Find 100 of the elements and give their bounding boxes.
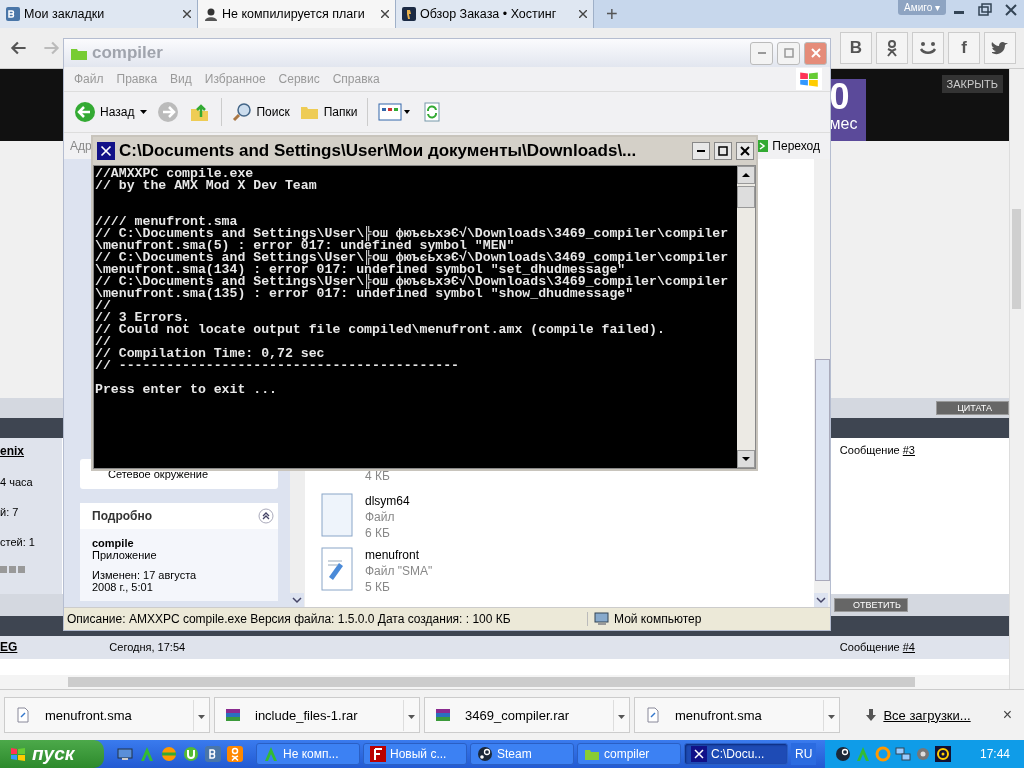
- all-downloads-link[interactable]: Все загрузки...: [883, 707, 971, 723]
- person-icon[interactable]: [227, 746, 243, 762]
- start-button[interactable]: пуск: [0, 740, 104, 768]
- scroll-down-icon[interactable]: [290, 593, 304, 607]
- download-item[interactable]: menufront.sma: [634, 697, 840, 733]
- document-icon: [321, 493, 353, 537]
- message-label: Сообщение #4: [839, 641, 915, 654]
- caret-icon: [198, 714, 205, 719]
- desktop-icon[interactable]: [117, 746, 133, 762]
- author-link[interactable]: enix: [0, 443, 62, 458]
- close-button[interactable]: [736, 142, 754, 160]
- document-icon: [645, 707, 661, 723]
- maximize-icon: [783, 48, 794, 58]
- caret-icon: [828, 714, 835, 719]
- console-line: Press enter to exit ...: [95, 382, 278, 397]
- post-date: Сегодня, 17:54: [109, 641, 187, 654]
- social-button[interactable]: B: [840, 32, 872, 64]
- close-icon[interactable]: [381, 10, 389, 18]
- status-text: Описание: AMXXPC compile.exe Версия файла: 1.5.0.0 Дата создания: : 100 КБ: [66, 612, 512, 626]
- caret-icon[interactable]: [140, 110, 148, 114]
- author-info: й: 7: [0, 505, 20, 518]
- search-button[interactable]: Поиск: [232, 102, 290, 122]
- taskbar-button[interactable]: C:\Docu...: [684, 743, 788, 765]
- bird-icon: [991, 40, 1009, 56]
- steam-icon[interactable]: [835, 746, 852, 762]
- back-icon: [74, 101, 96, 123]
- caret-icon: [408, 714, 415, 719]
- vk-icon[interactable]: [205, 746, 221, 762]
- minimize-button[interactable]: [692, 142, 710, 160]
- windows-logo-icon: [796, 68, 822, 90]
- rank-icon: [0, 565, 25, 573]
- taskbar-button[interactable]: Steam: [470, 743, 574, 765]
- author-link[interactable]: EG: [0, 640, 18, 655]
- scroll-up-icon[interactable]: [737, 166, 755, 184]
- vk-icon: [6, 7, 20, 21]
- close-button[interactable]: ×: [1002, 706, 1012, 724]
- promo-text: мес: [829, 115, 858, 133]
- author-info: стей: 1: [0, 535, 36, 548]
- caret-icon: [618, 714, 625, 719]
- letter-icon: [263, 746, 279, 762]
- tab-title: Мои закладки: [24, 7, 106, 21]
- maximize-button[interactable]: [714, 142, 732, 160]
- view-icon[interactable]: [378, 102, 413, 122]
- new-tab-button[interactable]: +: [594, 2, 630, 26]
- console-line: //: [95, 298, 111, 313]
- author-info: 4 часа: [0, 475, 34, 488]
- social-button[interactable]: [876, 32, 908, 64]
- folders-button[interactable]: Папки: [299, 102, 358, 122]
- taskbar-button[interactable]: Новый с...: [363, 743, 467, 765]
- scroll-down-icon[interactable]: [737, 450, 755, 468]
- close-icon[interactable]: [183, 10, 191, 18]
- scrollbar-thumb[interactable]: [737, 186, 755, 208]
- console-line: // 3 Errors.: [95, 310, 190, 325]
- books-icon: [435, 707, 451, 723]
- network-icon[interactable]: [895, 746, 912, 762]
- file-item[interactable]: dlsym64 Файл 6 КБ: [321, 493, 814, 541]
- status-location: Мой компьютер: [587, 612, 702, 626]
- scrollbar-thumb[interactable]: [815, 359, 830, 581]
- taskbar-button[interactable]: compiler: [577, 743, 681, 765]
- tab-title: Обзор Заказа • Хостинг: [420, 7, 558, 21]
- download-item[interactable]: 3469_compiler.rar: [424, 697, 630, 733]
- file-modified: Изменен: 17 августа 2008 г., 5:01: [91, 569, 198, 593]
- refresh-icon[interactable]: [422, 102, 443, 122]
- figure-icon: [402, 7, 416, 21]
- ftp-icon: [370, 746, 386, 762]
- browser-tab[interactable]: Мои закладки: [0, 0, 198, 28]
- promo-number: 0: [829, 79, 850, 115]
- close-icon: [810, 48, 821, 58]
- console-line: // Could not locate output file compiled\menufront.amx (compile failed).: [95, 322, 665, 337]
- browser-tab[interactable]: Обзор Заказа • Хостинг: [396, 0, 594, 28]
- back-button[interactable]: Назад: [74, 101, 135, 123]
- quote-button[interactable]: ЦИТАТА: [936, 401, 1009, 416]
- social-button[interactable]: [984, 32, 1016, 64]
- reply-button[interactable]: ОТВЕТИТЬ: [834, 597, 908, 612]
- collapse-icon[interactable]: [258, 508, 274, 524]
- browser-tab[interactable]: Не компилируется плаги: [198, 0, 396, 28]
- steam-icon: [477, 746, 493, 762]
- window-title: compiler: [92, 43, 163, 63]
- social-button[interactable]: [912, 32, 944, 64]
- social-button[interactable]: f: [948, 32, 980, 64]
- person-icon: [885, 39, 899, 57]
- console-line: //: [95, 334, 111, 349]
- scrollbar-thumb[interactable]: [1012, 209, 1021, 309]
- window-title: C:\Documents and Settings\User\Мои документы\Downloads\...: [119, 141, 638, 161]
- close-icon[interactable]: [579, 10, 587, 18]
- scrollbar-thumb[interactable]: [68, 677, 915, 688]
- address-label: Адр: [70, 139, 92, 153]
- download-item[interactable]: menufront.sma: [4, 697, 210, 733]
- file-item[interactable]: menufront Файл "SMA" 5 КБ: [321, 547, 814, 595]
- notepad-icon: [321, 547, 353, 591]
- console-line: //// menufront.sma: [95, 214, 238, 229]
- download-item[interactable]: include_files-1.rar: [214, 697, 420, 733]
- search-icon: [232, 102, 253, 122]
- taskbar-button[interactable]: Не комп...: [256, 743, 360, 765]
- minimize-icon: [697, 150, 705, 152]
- close-button[interactable]: ЗАКРЫТЬ: [941, 75, 1003, 93]
- console-line: // C:\Documents and Settings\User\╠ош фюъєьхэЄ√\Downloads\3469_compiler\compiler: [95, 226, 729, 241]
- file-name: compile: [91, 537, 135, 549]
- language-indicator[interactable]: RU: [791, 743, 817, 765]
- scroll-down-icon[interactable]: [814, 593, 828, 607]
